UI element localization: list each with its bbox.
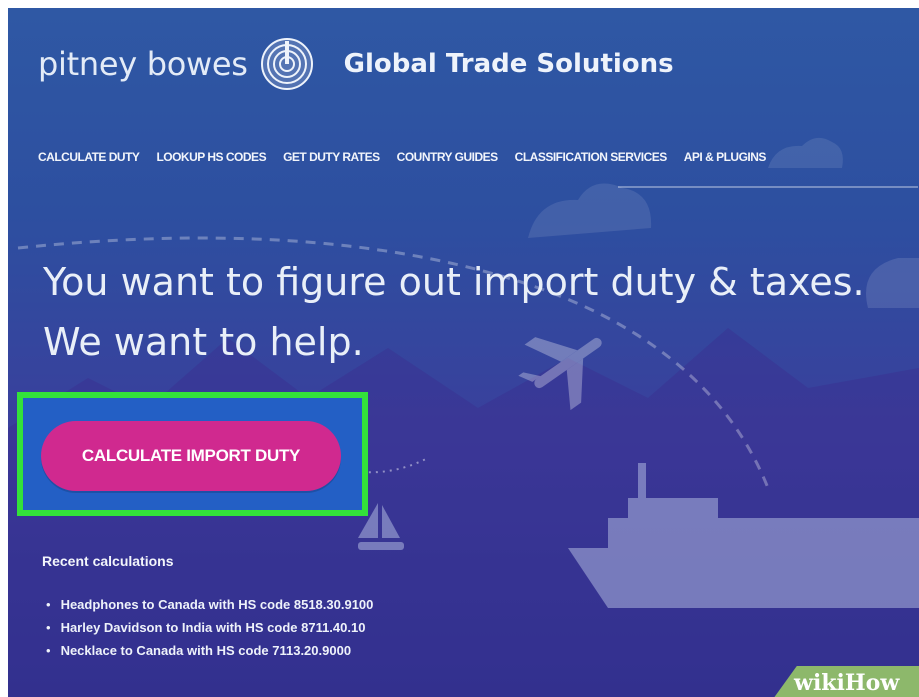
recent-calculations-list: Headphones to Canada with HS code 8518.3… xyxy=(42,593,374,662)
recent-calculation-item[interactable]: Harley Davidson to India with HS code 87… xyxy=(42,616,373,639)
nav-country-guides[interactable]: COUNTRY GUIDES xyxy=(397,150,499,164)
main-nav: CALCULATE DUTY LOOKUP HS CODES GET DUTY … xyxy=(38,146,919,168)
nav-classification-services[interactable]: CLASSIFICATION SERVICES xyxy=(515,150,668,164)
headline-line-1: You want to figure out import duty & tax… xyxy=(43,260,865,304)
recent-calculation-item[interactable]: Headphones to Canada with HS code 8518.3… xyxy=(42,593,374,616)
page-screen: pitney bowes Global Trade Solutions CALC… xyxy=(8,8,919,697)
brand-name[interactable]: pitney bowes xyxy=(38,45,248,83)
nav-lookup-hs-codes[interactable]: LOOKUP HS CODES xyxy=(156,150,266,164)
pitney-bowes-logo-icon[interactable] xyxy=(260,37,314,91)
recent-calculations-heading: Recent calculations xyxy=(42,553,174,569)
cloud-shape xyxy=(528,183,652,238)
site-header: pitney bowes Global Trade Solutions xyxy=(38,34,674,94)
site-title: Global Trade Solutions xyxy=(343,49,674,79)
nav-divider xyxy=(618,186,918,188)
nav-api-plugins[interactable]: API & PLUGINS xyxy=(684,150,767,164)
recent-calculation-item[interactable]: Necklace to Canada with HS code 7113.20.… xyxy=(42,639,373,662)
nav-get-duty-rates[interactable]: GET DUTY RATES xyxy=(283,150,380,164)
calculate-import-duty-button[interactable]: CALCULATE IMPORT DUTY xyxy=(41,421,341,491)
hero-headline: You want to figure out import duty & tax… xyxy=(43,252,903,372)
headline-line-2: We want to help. xyxy=(43,320,364,364)
wikihow-watermark: wikiHow xyxy=(794,670,900,696)
nav-calculate-duty[interactable]: CALCULATE DUTY xyxy=(38,150,140,164)
